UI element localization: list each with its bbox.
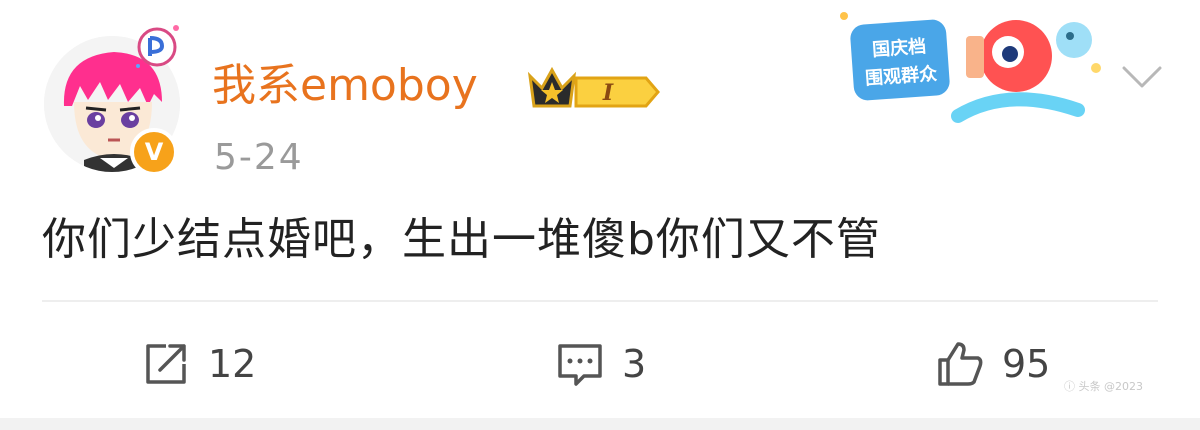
watermark: ⓘ 头条 @2023 bbox=[1064, 380, 1143, 393]
level-text: I bbox=[602, 80, 614, 106]
repost-icon bbox=[146, 344, 186, 384]
comment-icon bbox=[558, 344, 602, 386]
avatar-pendant-icon bbox=[136, 25, 179, 68]
crown-level-badge: I bbox=[527, 66, 660, 108]
comment-count: 3 bbox=[622, 342, 647, 386]
repost-count: 12 bbox=[208, 342, 257, 386]
post-date: 5-24 bbox=[214, 137, 304, 178]
thumbs-up-icon bbox=[938, 342, 983, 386]
post-text: 你们少结点婚吧，生出一堆傻b你们又不管 bbox=[42, 214, 881, 265]
comment-button[interactable]: 3 bbox=[554, 336, 646, 392]
repost-button[interactable]: 12 bbox=[140, 336, 256, 392]
divider bbox=[42, 300, 1158, 302]
bottom-separator bbox=[0, 418, 1200, 430]
like-button[interactable]: 95 bbox=[934, 336, 1050, 392]
like-count: 95 bbox=[1002, 342, 1051, 386]
chevron-down-icon[interactable] bbox=[1114, 56, 1170, 96]
verified-badge: V bbox=[130, 128, 178, 176]
username[interactable]: 我系emoboy bbox=[212, 56, 478, 116]
sticker-line-1: 国庆档 bbox=[871, 35, 926, 61]
holiday-sticker: 国庆档 围观群众 bbox=[840, 12, 1101, 123]
weibo-post: V 我系emoboy I 5-24 国庆档 围观群众 你们少结点婚吧，生出一堆傻… bbox=[0, 0, 1200, 430]
